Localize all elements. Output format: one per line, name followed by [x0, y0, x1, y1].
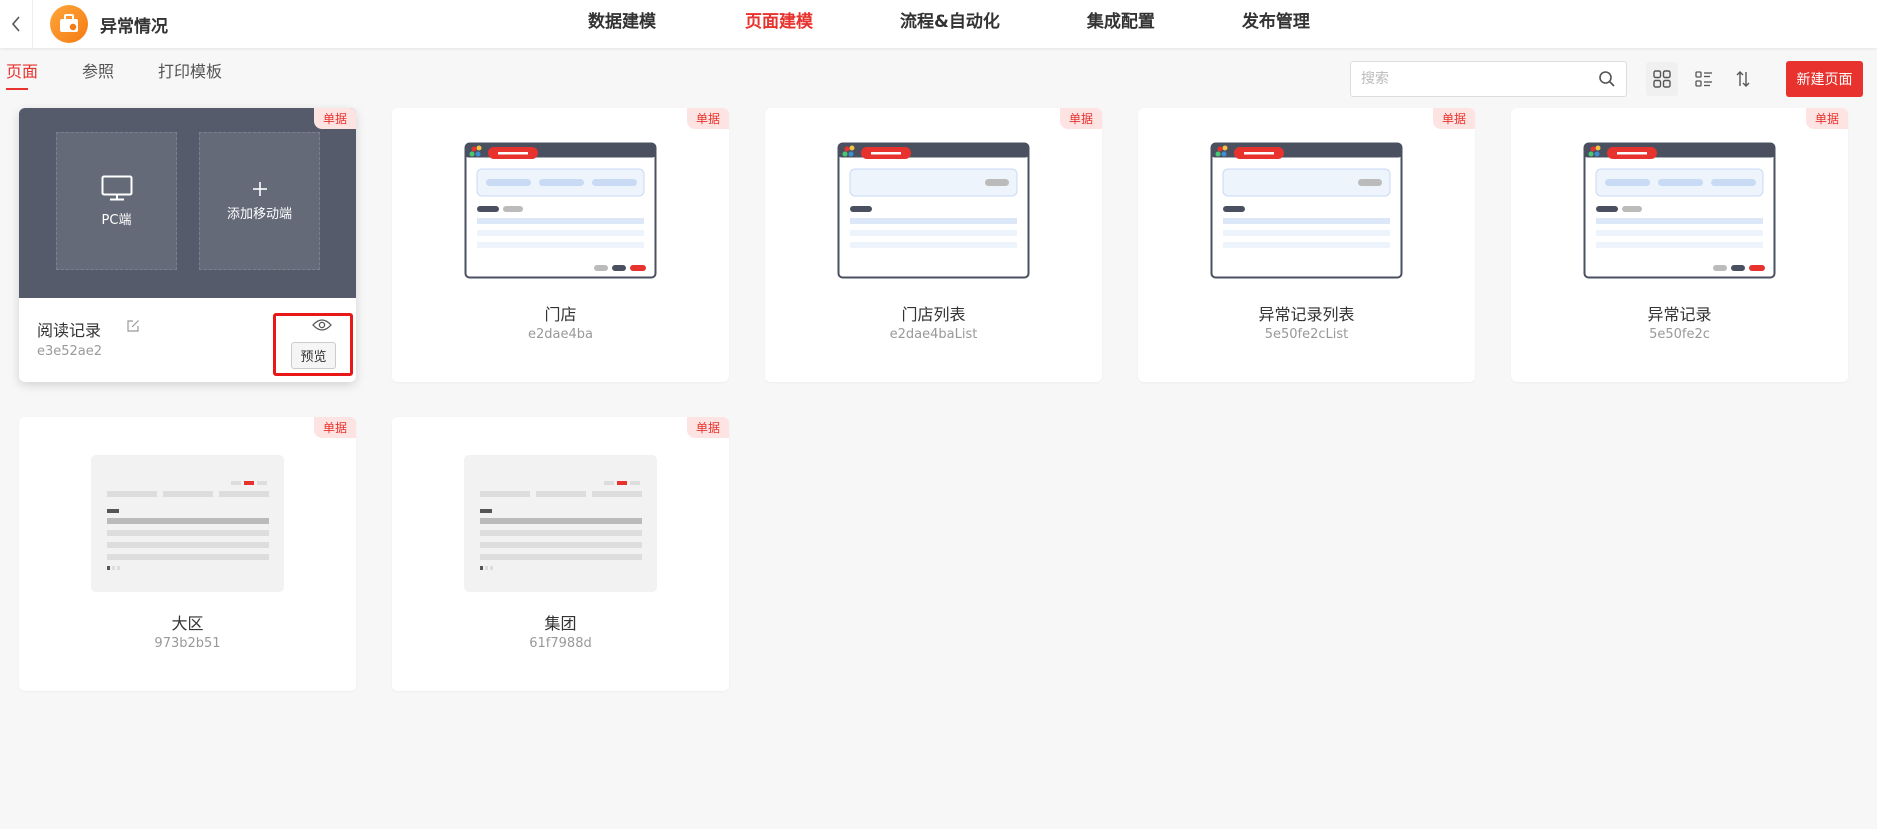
card-title: 集团 — [544, 614, 577, 633]
nav-process-automation[interactable]: 流程&自动化 — [900, 0, 1000, 48]
list-view-button[interactable] — [1688, 62, 1720, 96]
card-title: 门店列表 — [901, 305, 966, 324]
new-page-button[interactable]: 新建页面 — [1786, 61, 1863, 97]
card-title: 异常记录列表 — [1258, 305, 1355, 324]
document-type-badge: 单据 — [686, 108, 729, 129]
briefcase-icon — [60, 14, 78, 32]
list-view-icon — [1695, 71, 1712, 87]
list-page-thumbnail — [837, 142, 1030, 279]
pc-entry-button[interactable]: PC端 — [56, 132, 177, 270]
grid-view-icon — [1653, 70, 1671, 88]
add-mobile-label: 添加移动端 — [226, 206, 292, 222]
highlight-box — [273, 313, 353, 376]
card-title: 门店 — [544, 305, 577, 324]
sort-icon — [1736, 71, 1750, 87]
tab-pages[interactable]: 页面 — [6, 58, 38, 90]
list-page-thumbnail — [1210, 142, 1403, 279]
document-type-badge: 单据 — [313, 108, 356, 129]
add-mobile-button[interactable]: 添加移动端 — [199, 132, 320, 270]
search-icon[interactable] — [1598, 70, 1616, 88]
page-card[interactable]: PC端 添加移动端 单据 阅读记录 e3e52ae2 预览 — [19, 108, 356, 382]
top-bar: 异常情况 数据建模 页面建模 流程&自动化 集成配置 发布管理 — [0, 0, 1877, 48]
card-title: 大区 — [171, 614, 204, 633]
nav-release-management[interactable]: 发布管理 — [1242, 0, 1310, 48]
form-page-thumbnail — [464, 142, 657, 279]
page-card[interactable]: 单据 门店 e2dae4ba — [392, 108, 729, 382]
main-nav: 数据建模 页面建模 流程&自动化 集成配置 发布管理 — [588, 0, 1310, 48]
app-title: 异常情况 — [100, 17, 168, 37]
card-id: 5e50fe2c — [1649, 327, 1710, 342]
page-card[interactable]: 单据 集团 61f7988d — [392, 417, 729, 691]
app-logo — [50, 5, 88, 43]
pc-entry-label: PC端 — [101, 212, 132, 228]
page-card[interactable]: 单据 门店列表 e2dae4baList — [765, 108, 1102, 382]
grid-view-button[interactable] — [1646, 62, 1678, 96]
card-id: e2dae4baList — [889, 327, 978, 342]
edit-icon[interactable] — [126, 319, 140, 333]
blank-page-thumbnail — [91, 455, 284, 592]
card-id: 5e50fe2cList — [1264, 327, 1349, 342]
nav-integration-config[interactable]: 集成配置 — [1087, 0, 1155, 48]
page-card[interactable]: 单据 异常记录 5e50fe2c — [1511, 108, 1848, 382]
document-type-badge: 单据 — [1432, 108, 1475, 129]
card-id: e2dae4ba — [528, 327, 593, 342]
back-button[interactable] — [0, 0, 33, 48]
card-id: e3e52ae2 — [37, 344, 103, 359]
chevron-left-icon — [11, 16, 20, 32]
card-id: 973b2b51 — [154, 636, 221, 651]
monitor-icon — [101, 175, 132, 200]
card-title: 阅读记录 — [37, 321, 102, 340]
page-card[interactable]: 单据 异常记录列表 5e50fe2cList — [1138, 108, 1475, 382]
search-input[interactable] — [1351, 62, 1581, 96]
card-title: 异常记录 — [1647, 305, 1712, 324]
card-id: 61f7988d — [529, 636, 592, 651]
nav-data-modeling[interactable]: 数据建模 — [588, 0, 656, 48]
form-page-thumbnail — [1583, 142, 1776, 279]
tab-print-templates[interactable]: 打印模板 — [158, 58, 222, 90]
page-card[interactable]: 单据 大区 973b2b51 — [19, 417, 356, 691]
card-hover-overlay: PC端 添加移动端 — [19, 108, 356, 298]
document-type-badge: 单据 — [686, 417, 729, 438]
tab-references[interactable]: 参照 — [82, 58, 114, 90]
sub-tabs: 页面 参照 打印模板 — [6, 58, 266, 90]
search-box — [1350, 61, 1627, 97]
nav-page-modeling[interactable]: 页面建模 — [745, 0, 813, 48]
document-type-badge: 单据 — [1059, 108, 1102, 129]
sort-button[interactable] — [1727, 62, 1759, 96]
plus-icon — [252, 181, 267, 196]
document-type-badge: 单据 — [313, 417, 356, 438]
blank-page-thumbnail — [464, 455, 657, 592]
document-type-badge: 单据 — [1805, 108, 1848, 129]
